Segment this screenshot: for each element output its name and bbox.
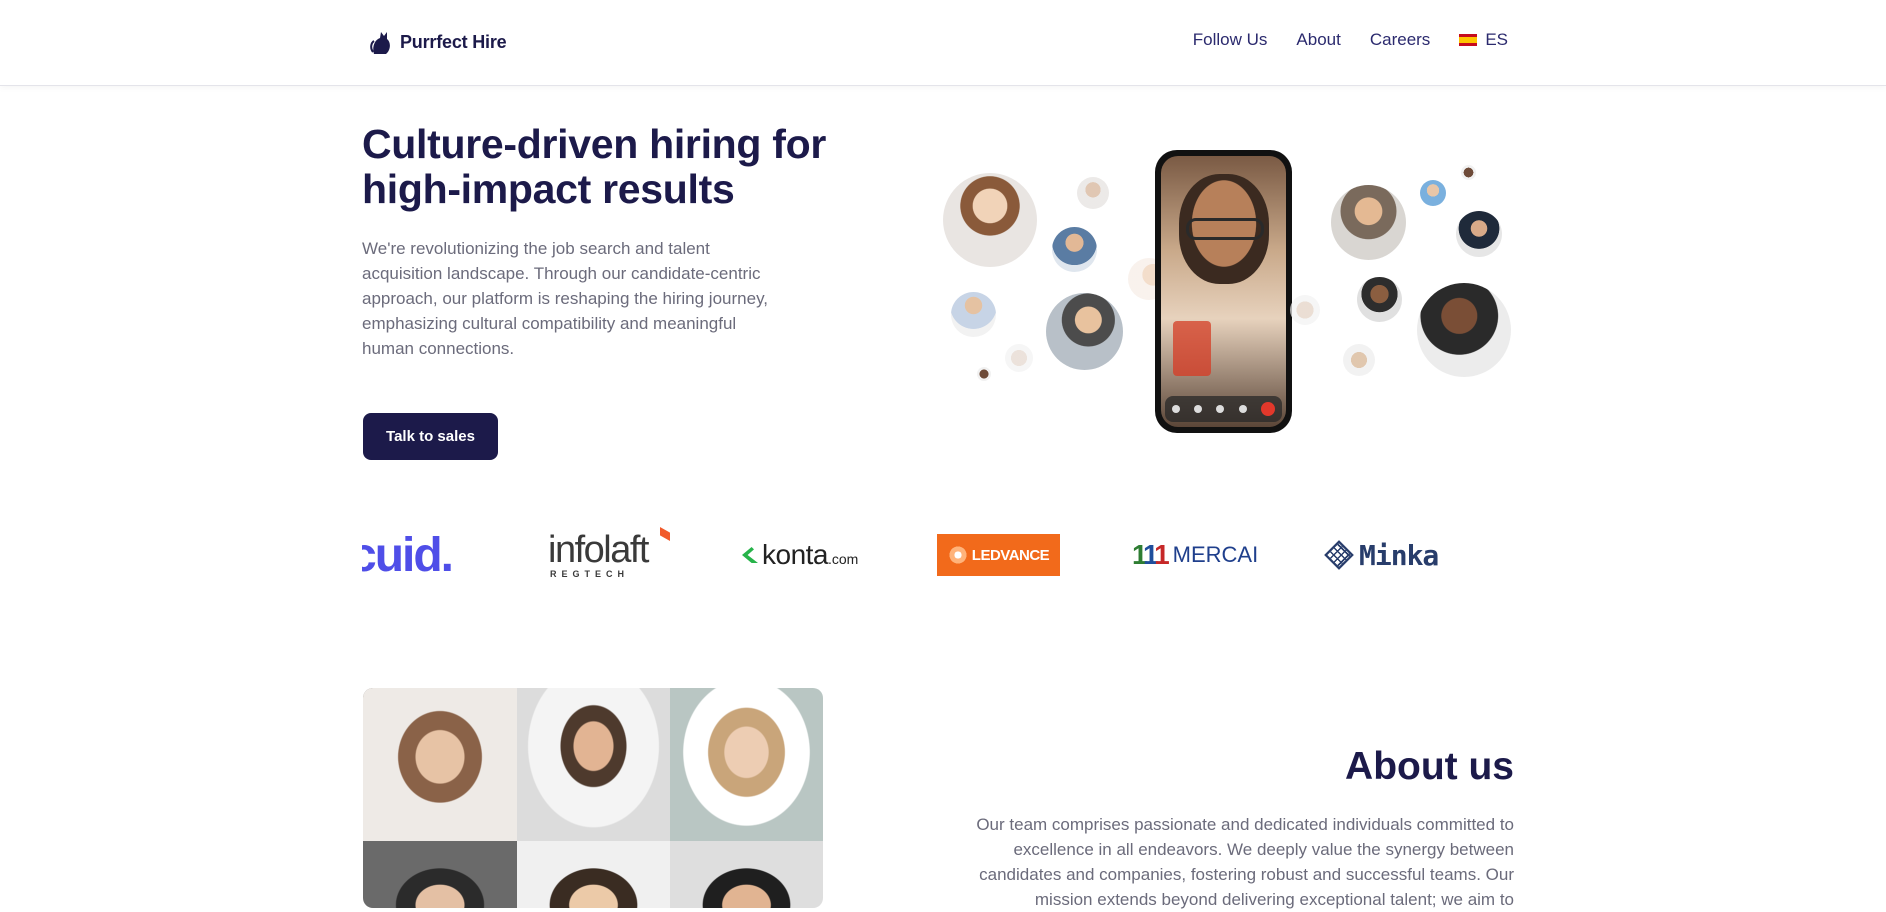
team-member-tile [670, 688, 823, 841]
team-member-tile [363, 688, 517, 841]
nav-follow-us[interactable]: Follow Us [1193, 30, 1268, 50]
hero-description: We're revolutionizing the job search and… [362, 239, 769, 358]
main-nav: Follow Us About Careers ES [1193, 30, 1508, 50]
logo-konta: konta .com [742, 525, 867, 585]
client-logos: cuid. infolaft REGTECH konta .com LEDVAN… [362, 525, 1512, 585]
logo-ledvance: LEDVANCE [937, 525, 1060, 585]
logo-infolaft: infolaft REGTECH [548, 525, 673, 585]
nav-about[interactable]: About [1296, 30, 1340, 50]
avatar [1331, 185, 1406, 260]
nav-careers[interactable]: Careers [1370, 30, 1430, 50]
about-title: About us [1345, 745, 1514, 788]
avatar [1357, 277, 1402, 322]
spain-flag-icon [1459, 34, 1478, 46]
logo-minka: Minka [1324, 525, 1450, 585]
hero-title: Culture-driven hiring for high-impact re… [362, 121, 827, 212]
self-view-thumbnail [1173, 321, 1211, 376]
brand-logo[interactable]: Purrfect Hire [370, 28, 507, 56]
caller-glasses [1186, 218, 1264, 240]
avatar [1077, 177, 1109, 209]
avatar [1052, 227, 1097, 272]
logo-mercai: 111 MERCAI [1132, 539, 1259, 570]
call-controls [1165, 396, 1282, 422]
mute-icon[interactable] [1238, 405, 1247, 413]
team-video-grid-image [363, 688, 823, 908]
minka-mark-icon [1324, 540, 1354, 570]
language-label: ES [1485, 30, 1508, 49]
avatar [1461, 165, 1476, 180]
brand-name: Purrfect Hire [400, 31, 507, 52]
avatar [977, 367, 991, 381]
avatar [1417, 283, 1511, 377]
talk-to-sales-button[interactable]: Talk to sales [363, 413, 498, 460]
about-description: Our team comprises passionate and dedica… [976, 815, 1514, 909]
language-switcher[interactable]: ES [1459, 30, 1508, 50]
avatar [943, 173, 1037, 267]
flip-camera-icon[interactable] [1194, 405, 1203, 413]
logo-cuid: cuid. [362, 528, 454, 582]
avatar [1343, 344, 1375, 376]
team-member-tile [517, 841, 670, 908]
avatar [1420, 180, 1446, 206]
avatar [951, 292, 996, 337]
team-member-tile [670, 841, 823, 908]
team-member-tile [517, 688, 670, 841]
konta-mark-icon [742, 547, 758, 563]
camera-icon[interactable] [1172, 405, 1181, 413]
avatar [1046, 293, 1123, 370]
mercai-mark-icon: 111 [1132, 539, 1170, 570]
cat-logo-icon [370, 32, 390, 54]
video-call-screen [1161, 156, 1286, 427]
avatar [1456, 211, 1502, 257]
infolaft-accent-icon [660, 527, 670, 541]
avatar [1005, 344, 1033, 372]
team-member-tile [363, 841, 517, 908]
ledvance-sun-icon [947, 545, 968, 565]
phone-mockup [1155, 150, 1292, 433]
site-header: Purrfect Hire Follow Us About Careers ES [0, 0, 1886, 86]
avatar [1290, 295, 1320, 325]
end-call-icon[interactable] [1260, 402, 1275, 416]
video-icon[interactable] [1216, 405, 1225, 413]
